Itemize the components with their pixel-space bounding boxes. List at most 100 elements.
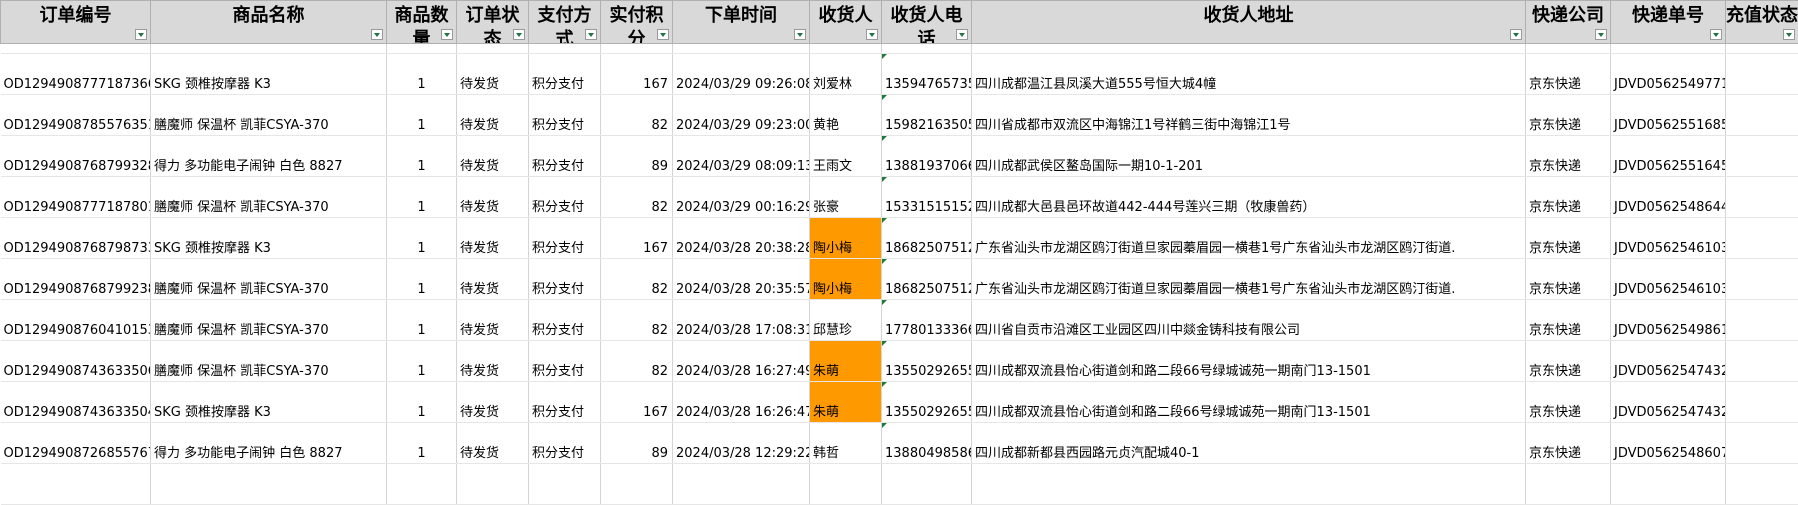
cell-phone[interactable]: 13881937066 <box>881 135 972 177</box>
empty-cell[interactable] <box>1610 463 1726 505</box>
cell-address[interactable]: 广东省汕头市龙湖区鸥汀街道旦家园蓁眉园一横巷1号广东省汕头市龙湖区鸥汀街道. <box>971 217 1526 259</box>
cell-address[interactable]: 四川成都温江县凤溪大道555号恒大城4幢 <box>971 53 1526 95</box>
cell-courier[interactable]: 京东快递 <box>1525 135 1611 177</box>
cell-points[interactable]: 167 <box>600 381 673 423</box>
cell-product[interactable]: 膳魔师 保温杯 凯菲CSYA-370 <box>150 94 387 136</box>
empty-cell[interactable] <box>672 463 810 505</box>
cell-receiver[interactable]: 张豪 <box>809 176 882 218</box>
cell-product[interactable]: SKG 颈椎按摩器 K3 <box>150 53 387 95</box>
cell-points[interactable]: 167 <box>600 53 673 95</box>
cell-qty[interactable]: 1 <box>386 94 457 136</box>
cell-order-time[interactable]: 2024/03/29 09:23:00 <box>672 94 810 136</box>
cell-qty[interactable]: 1 <box>386 299 457 341</box>
filter-dropdown-icon[interactable] <box>956 29 968 40</box>
cell-tracking[interactable]: JDVD05625516459 <box>1610 135 1726 177</box>
empty-cell[interactable] <box>881 463 972 505</box>
cell-courier[interactable]: 京东快递 <box>1525 381 1611 423</box>
empty-cell[interactable] <box>386 463 457 505</box>
cell-points[interactable]: 82 <box>600 176 673 218</box>
cell-tracking[interactable]: JDVD05625474320 <box>1610 340 1726 382</box>
empty-cell[interactable] <box>809 463 882 505</box>
cell-courier[interactable]: 京东快递 <box>1525 258 1611 300</box>
cell-pay-method[interactable]: 积分支付 <box>528 217 601 259</box>
cell-address[interactable]: 四川成都武侯区鳌岛国际一期10-1-201 <box>971 135 1526 177</box>
cell-qty[interactable]: 1 <box>386 135 457 177</box>
cell-qty[interactable]: 1 <box>386 53 457 95</box>
header-pay-method[interactable]: 支付方式 <box>528 0 601 44</box>
cell-courier[interactable]: 京东快递 <box>1525 217 1611 259</box>
header-product[interactable]: 商品名称 <box>150 0 387 44</box>
empty-cell[interactable] <box>971 463 1526 505</box>
cell-tracking[interactable]: JDVD05625516854 <box>1610 94 1726 136</box>
cell-pay-method[interactable]: 积分支付 <box>528 53 601 95</box>
filter-dropdown-icon[interactable] <box>1783 29 1795 40</box>
cell-recharge[interactable] <box>1725 176 1798 218</box>
filter-dropdown-icon[interactable] <box>371 29 383 40</box>
header-tracking[interactable]: 快递单号 <box>1610 0 1726 44</box>
cell-courier[interactable]: 京东快递 <box>1525 94 1611 136</box>
cell-address[interactable]: 四川成都双流县怡心街道剑和路二段66号绿城诚苑一期南门13-1501 <box>971 381 1526 423</box>
cell-tracking[interactable]: JDVD05625486442 <box>1610 176 1726 218</box>
filter-dropdown-icon[interactable] <box>1595 29 1607 40</box>
cell-product[interactable]: 得力 多功能电子闹钟 白色 8827 <box>150 135 387 177</box>
empty-cell[interactable] <box>809 43 882 54</box>
filter-dropdown-icon[interactable] <box>866 29 878 40</box>
cell-tracking[interactable]: JDVD05625486074 <box>1610 422 1726 464</box>
cell-order-time[interactable]: 2024/03/29 08:09:13 <box>672 135 810 177</box>
cell-order-id[interactable]: OD1294908743633504 <box>0 381 151 423</box>
cell-order-id[interactable]: OD1294908726855767 <box>0 422 151 464</box>
cell-order-time[interactable]: 2024/03/29 00:16:29 <box>672 176 810 218</box>
cell-product[interactable]: 膳魔师 保温杯 凯菲CSYA-370 <box>150 299 387 341</box>
cell-points[interactable]: 89 <box>600 422 673 464</box>
header-status[interactable]: 订单状态 <box>456 0 529 44</box>
cell-tracking[interactable]: JDVD05625498610 <box>1610 299 1726 341</box>
cell-phone[interactable]: 15982163505 <box>881 94 972 136</box>
cell-receiver[interactable]: 黄艳 <box>809 94 882 136</box>
cell-phone[interactable]: 13880498586 <box>881 422 972 464</box>
cell-pay-method[interactable]: 积分支付 <box>528 94 601 136</box>
empty-cell[interactable] <box>1725 43 1798 54</box>
empty-cell[interactable] <box>528 463 601 505</box>
cell-address[interactable]: 四川成都大邑县邑环故道442-444号莲兴三期（牧康兽药） <box>971 176 1526 218</box>
cell-order-id[interactable]: OD1294908768799238 <box>0 258 151 300</box>
filter-dropdown-icon[interactable] <box>657 29 669 40</box>
cell-order-time[interactable]: 2024/03/28 12:29:22 <box>672 422 810 464</box>
filter-dropdown-icon[interactable] <box>135 29 147 40</box>
cell-qty[interactable]: 1 <box>386 176 457 218</box>
cell-product[interactable]: 得力 多功能电子闹钟 白色 8827 <box>150 422 387 464</box>
cell-receiver[interactable]: 韩哲 <box>809 422 882 464</box>
cell-status[interactable]: 待发货 <box>456 176 529 218</box>
cell-points[interactable]: 82 <box>600 258 673 300</box>
cell-status[interactable]: 待发货 <box>456 340 529 382</box>
cell-recharge[interactable] <box>1725 94 1798 136</box>
cell-order-id[interactable]: OD1294908777187801 <box>0 176 151 218</box>
cell-pay-method[interactable]: 积分支付 <box>528 422 601 464</box>
cell-courier[interactable]: 京东快递 <box>1525 176 1611 218</box>
cell-receiver[interactable]: 朱萌 <box>809 340 882 382</box>
cell-phone[interactable]: 17780133366 <box>881 299 972 341</box>
cell-order-id[interactable]: OD1294908777187366 <box>0 53 151 95</box>
cell-pay-method[interactable]: 积分支付 <box>528 258 601 300</box>
cell-order-time[interactable]: 2024/03/28 16:27:49 <box>672 340 810 382</box>
cell-tracking[interactable]: JDVD05625461038 <box>1610 258 1726 300</box>
empty-cell[interactable] <box>150 463 387 505</box>
filter-dropdown-icon[interactable] <box>1710 29 1722 40</box>
cell-recharge[interactable] <box>1725 53 1798 95</box>
header-courier[interactable]: 快递公司 <box>1525 0 1611 44</box>
header-order-id[interactable]: 订单编号 <box>0 0 151 44</box>
empty-cell[interactable] <box>881 43 972 54</box>
cell-phone[interactable]: 13550292655 <box>881 381 972 423</box>
cell-address[interactable]: 四川省成都市双流区中海锦江1号祥鹤三街中海锦江1号 <box>971 94 1526 136</box>
cell-pay-method[interactable]: 积分支付 <box>528 340 601 382</box>
cell-qty[interactable]: 1 <box>386 340 457 382</box>
cell-address[interactable]: 四川省自贡市沿滩区工业园区四川中燚金铸科技有限公司 <box>971 299 1526 341</box>
cell-product[interactable]: 膳魔师 保温杯 凯菲CSYA-370 <box>150 176 387 218</box>
cell-recharge[interactable] <box>1725 381 1798 423</box>
cell-qty[interactable]: 1 <box>386 381 457 423</box>
cell-pay-method[interactable]: 积分支付 <box>528 299 601 341</box>
empty-cell[interactable] <box>0 463 151 505</box>
cell-phone[interactable]: 13550292655 <box>881 340 972 382</box>
empty-cell[interactable] <box>1525 463 1611 505</box>
empty-cell[interactable] <box>1610 43 1726 54</box>
cell-phone[interactable]: 15331515152 <box>881 176 972 218</box>
